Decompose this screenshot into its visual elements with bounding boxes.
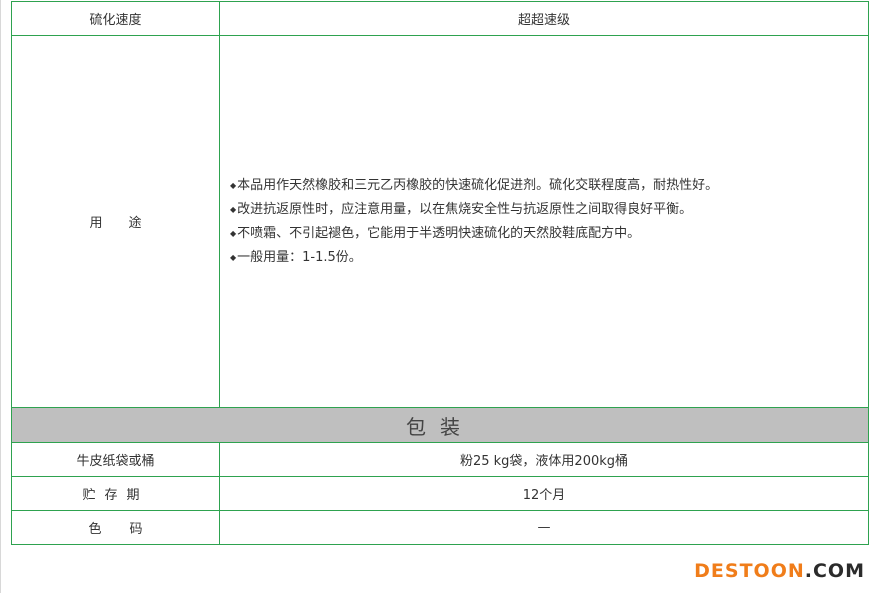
diamond-bullet-icon: ◆ bbox=[230, 204, 237, 214]
list-item: ◆不喷霜、不引起褪色，它能用于半透明快速硫化的天然胶鞋底配方中。 bbox=[230, 225, 641, 241]
left-edge-divider bbox=[0, 0, 1, 593]
usage-label-part2: 途 bbox=[128, 216, 142, 231]
color-label-part2: 码 bbox=[129, 522, 143, 537]
table-row-usage: 用途 ◆本品用作天然橡胶和三元乙丙橡胶的快速硫化促进剂。硫化交联程度高，耐热性好… bbox=[11, 35, 869, 408]
watermark-tld: .COM bbox=[804, 560, 865, 582]
usage-description: ◆本品用作天然橡胶和三元乙丙橡胶的快速硫化促进剂。硫化交联程度高，耐热性好。 ◆… bbox=[219, 35, 869, 408]
storage-value: 12个月 bbox=[219, 476, 869, 511]
table-row-vulcanization-speed: 硫化速度 超超速级 bbox=[11, 1, 869, 36]
usage-label: 用途 bbox=[11, 35, 220, 408]
usage-label-part1: 用 bbox=[89, 216, 103, 231]
vulcanization-speed-value: 超超速级 bbox=[219, 1, 869, 36]
product-spec-table: 硫化速度 超超速级 用途 ◆本品用作天然橡胶和三元乙丙橡胶的快速硫化促进剂。硫化… bbox=[11, 1, 869, 545]
table-row-packaging: 牛皮纸袋或桶 粉25 kg袋，液体用200kg桶 bbox=[11, 442, 869, 477]
vulcanization-speed-label: 硫化速度 bbox=[11, 1, 220, 36]
packaging-value: 粉25 kg袋，液体用200kg桶 bbox=[219, 442, 869, 477]
table-row-storage: 贮存期 12个月 bbox=[11, 476, 869, 511]
page: 硫化速度 超超速级 用途 ◆本品用作天然橡胶和三元乙丙橡胶的快速硫化促进剂。硫化… bbox=[0, 0, 877, 593]
diamond-bullet-icon: ◆ bbox=[230, 228, 237, 238]
list-item: ◆本品用作天然橡胶和三元乙丙橡胶的快速硫化促进剂。硫化交联程度高，耐热性好。 bbox=[230, 177, 719, 193]
packaging-section-header: 包装 bbox=[11, 407, 869, 443]
color-label-part1: 色 bbox=[88, 522, 102, 537]
usage-list: ◆本品用作天然橡胶和三元乙丙橡胶的快速硫化促进剂。硫化交联程度高，耐热性好。 ◆… bbox=[228, 174, 860, 270]
color-label: 色码 bbox=[11, 510, 220, 545]
packaging-label: 牛皮纸袋或桶 bbox=[11, 442, 220, 477]
destoon-watermark: DESTOON.COM bbox=[694, 560, 865, 582]
diamond-bullet-icon: ◆ bbox=[230, 252, 237, 262]
table-row-packaging-section: 包装 bbox=[11, 407, 869, 443]
list-item: ◆一般用量：1-1.5份。 bbox=[230, 249, 362, 265]
watermark-brand: DESTOON bbox=[694, 560, 805, 582]
list-item: ◆改进抗返原性时，应注意用量，以在焦烧安全性与抗返原性之间取得良好平衡。 bbox=[230, 201, 693, 217]
color-value: — bbox=[219, 510, 869, 545]
diamond-bullet-icon: ◆ bbox=[230, 180, 237, 190]
table-row-color: 色码 — bbox=[11, 510, 869, 545]
storage-label: 贮存期 bbox=[11, 476, 220, 511]
